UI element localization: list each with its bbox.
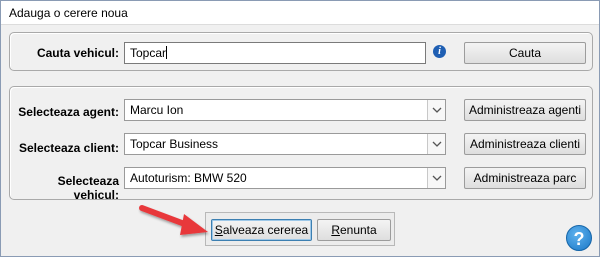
vehicle-select-value: Autoturism: BMW 520 <box>130 171 247 185</box>
agent-select[interactable]: Marcu Ion <box>124 99 446 121</box>
chevron-down-icon[interactable] <box>427 168 445 188</box>
manage-agents-button[interactable]: Administreaza agenti <box>464 99 586 121</box>
cancel-label-rest: enunta <box>339 223 377 237</box>
agent-select-value: Marcu Ion <box>130 103 184 117</box>
chevron-down-icon[interactable] <box>427 100 445 120</box>
cancel-button[interactable]: Renunta <box>317 219 391 241</box>
dialog-window: Adauga o cerere noua Cauta vehicul: Topc… <box>0 0 600 257</box>
save-label-rest: alveaza cererea <box>222 223 309 237</box>
vehicle-label: Selecteaza vehicul: <box>57 174 119 202</box>
search-input-value: Topcar <box>130 46 167 60</box>
search-button[interactable]: Cauta <box>464 42 586 64</box>
text-caret <box>166 46 168 59</box>
agent-label: Selecteaza agent: <box>18 105 119 119</box>
save-request-button[interactable]: Salveaza cererea <box>211 219 312 241</box>
client-select-value: Topcar Business <box>130 137 219 151</box>
manage-fleet-button[interactable]: Administreaza parc <box>464 167 586 189</box>
red-arrow-icon <box>139 205 208 235</box>
manage-clients-button[interactable]: Administreaza clienti <box>464 133 586 155</box>
search-label: Cauta vehicul: <box>36 46 119 60</box>
help-icon[interactable]: ? <box>566 225 592 251</box>
title-bar: Adauga o cerere noua <box>1 1 599 25</box>
info-icon[interactable]: i <box>433 45 446 58</box>
search-input[interactable]: Topcar <box>124 42 426 64</box>
client-label: Selecteaza client: <box>18 141 119 155</box>
vehicle-select[interactable]: Autoturism: BMW 520 <box>124 167 446 189</box>
client-select[interactable]: Topcar Business <box>124 133 446 155</box>
window-title: Adauga o cerere noua <box>9 6 128 20</box>
save-mnemonic: S <box>214 223 223 237</box>
chevron-down-icon[interactable] <box>427 134 445 154</box>
cancel-mnemonic: R <box>331 223 340 237</box>
